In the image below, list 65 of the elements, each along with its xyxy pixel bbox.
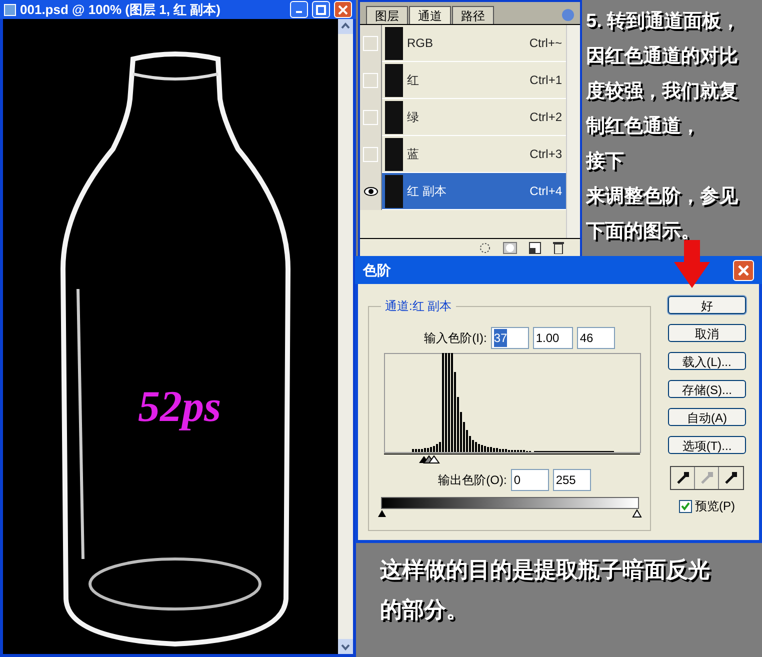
channel-name: RGB bbox=[407, 35, 434, 52]
output-levels-label: 输出色阶(O): bbox=[438, 472, 507, 489]
channel-name: 红 副本 bbox=[407, 183, 448, 200]
channel-row[interactable]: RGB Ctrl+~ bbox=[360, 25, 566, 62]
close-button[interactable] bbox=[334, 1, 352, 18]
watermark-text: 52ps bbox=[138, 381, 222, 433]
preview-label: 预览(P) bbox=[695, 498, 735, 515]
channel-thumbnail bbox=[385, 100, 403, 134]
channel-thumbnail bbox=[385, 26, 403, 60]
channel-name: 红 bbox=[407, 72, 420, 89]
window-title: 001.psd @ 100% (图层 1, 红 副本) bbox=[20, 0, 222, 19]
channel-row[interactable]: 绿 Ctrl+2 bbox=[360, 99, 566, 136]
channel-thumbnail bbox=[385, 138, 403, 170]
arrow-down-icon bbox=[672, 240, 712, 290]
channel-shortcut: Ctrl+2 bbox=[530, 109, 562, 126]
panel-tab[interactable]: 通道 bbox=[409, 6, 451, 24]
output-level-field[interactable]: 0 bbox=[510, 469, 549, 491]
eyedropper-icon[interactable] bbox=[676, 471, 690, 485]
preview-checkbox[interactable] bbox=[679, 500, 692, 512]
minimize-button[interactable] bbox=[290, 1, 308, 18]
channel-row[interactable]: 红 副本 Ctrl+4 bbox=[360, 173, 566, 210]
dialog-button[interactable]: 存储(S)... bbox=[668, 380, 746, 398]
visibility-toggle[interactable] bbox=[360, 24, 382, 62]
dotted-circle-icon[interactable] bbox=[479, 242, 491, 254]
maximize-button[interactable] bbox=[312, 1, 330, 18]
channel-row[interactable]: 红 Ctrl+1 bbox=[360, 62, 566, 99]
scroll-up-icon[interactable] bbox=[338, 19, 353, 34]
input-level-field[interactable]: 37 bbox=[490, 327, 529, 349]
output-slider-drawing[interactable] bbox=[377, 509, 643, 518]
dialog-button[interactable]: 取消 bbox=[668, 324, 746, 342]
input-level-field[interactable]: 1.00 bbox=[532, 327, 573, 349]
output-level-field[interactable]: 255 bbox=[552, 469, 591, 491]
channel-shortcut: Ctrl+3 bbox=[530, 146, 562, 163]
eye-icon bbox=[364, 186, 378, 196]
instruction-text: 5. 转到通道面板， 因红色通道的对比 度较强，我们就复 制红色通道， 接下 来调整色阶，参见 下面的图示。 bbox=[586, 10, 742, 244]
dialog-button[interactable]: 载入(L)... bbox=[668, 352, 746, 370]
close-button[interactable] bbox=[733, 260, 754, 280]
close-icon bbox=[738, 264, 749, 276]
panel-tab[interactable]: 路径 bbox=[452, 6, 494, 24]
dialog-button[interactable]: 自动(A) bbox=[668, 408, 746, 426]
mask-icon[interactable] bbox=[503, 242, 517, 254]
channel-name: 蓝 bbox=[407, 146, 420, 163]
channel-name: 绿 bbox=[407, 109, 420, 126]
channel-thumbnail bbox=[385, 64, 403, 96]
channel-thumbnail bbox=[385, 174, 403, 208]
note-text: 这样做的目的是提取瓶子暗面反光的部分。 bbox=[380, 556, 711, 624]
channel-shortcut: Ctrl+~ bbox=[529, 35, 562, 52]
trash-icon[interactable] bbox=[553, 241, 564, 254]
maximize-icon bbox=[316, 4, 326, 14]
input-level-field[interactable]: 46 bbox=[576, 327, 615, 349]
input-slider-drawing[interactable] bbox=[384, 453, 642, 465]
dialog-button[interactable]: 好 bbox=[668, 296, 746, 314]
close-icon bbox=[338, 4, 348, 14]
scroll-down-icon[interactable] bbox=[338, 639, 353, 654]
new-channel-icon[interactable] bbox=[529, 242, 541, 254]
panel-tab[interactable]: 图层 bbox=[366, 6, 408, 24]
channel-shortcut: Ctrl+4 bbox=[530, 183, 562, 200]
document-icon bbox=[4, 4, 16, 16]
visibility-toggle[interactable] bbox=[360, 172, 382, 210]
dialog-button[interactable]: 选项(T)... bbox=[668, 436, 746, 454]
dialog-title: 色阶 bbox=[363, 260, 392, 280]
eyedropper-icon[interactable] bbox=[724, 471, 738, 485]
channel-label: 通道:红 副本 bbox=[381, 297, 456, 315]
input-levels-label: 输入色阶(I): bbox=[424, 330, 487, 347]
channel-shortcut: Ctrl+1 bbox=[530, 72, 562, 89]
